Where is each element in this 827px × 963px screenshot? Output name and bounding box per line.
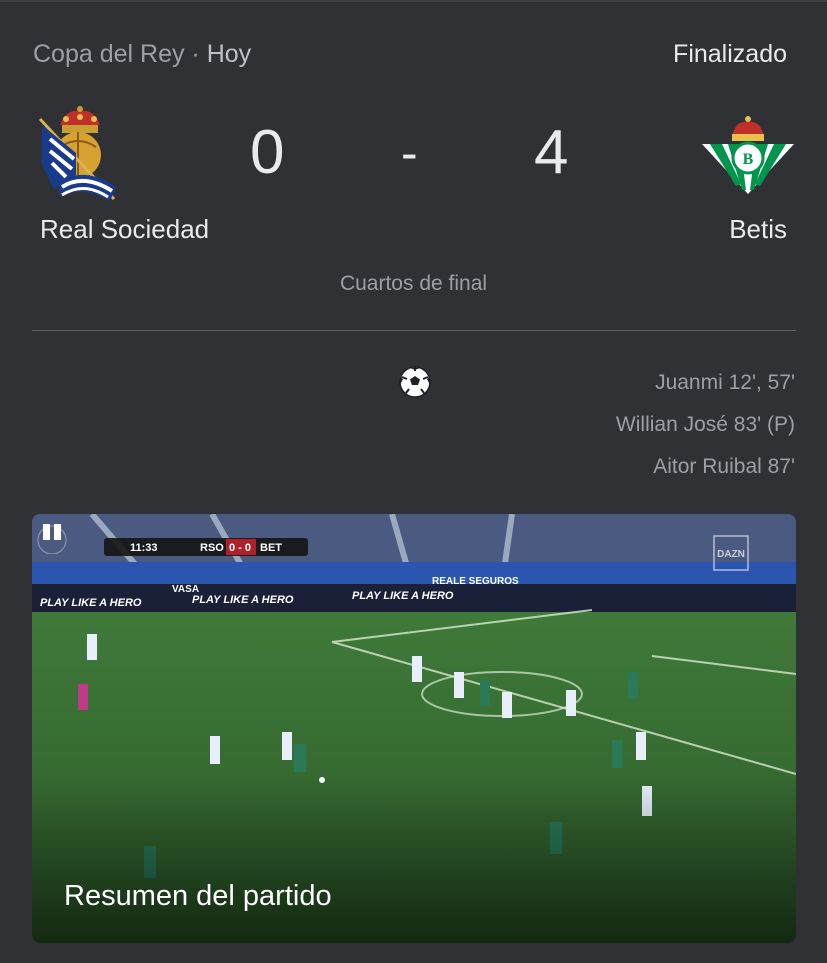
ad-board-text: PLAY LIKE A HERO — [352, 590, 454, 602]
score-separator: - — [401, 125, 418, 181]
svg-text:B: B — [743, 151, 754, 168]
ad-vasa-text: VASA — [172, 584, 199, 595]
ad-board-text: PLAY LIKE A HERO — [192, 594, 294, 606]
match-card[interactable]: Copa del Rey · Hoy Finalizado B Real Soc… — [0, 0, 827, 963]
scoreboard-time: 11:33 — [130, 542, 158, 554]
away-scorers-list: Juanmi 12', 57' Willian José 83' (P) Ait… — [616, 368, 795, 494]
soccer-ball-icon — [399, 366, 431, 398]
match-highlights-video[interactable]: PLAY LIKE A HERO PLAY LIKE A HERO PLAY L… — [32, 514, 796, 943]
scoreboard-home: RSO — [200, 542, 224, 554]
scoreboard-score: 0 - 0 — [229, 542, 251, 554]
real-sociedad-crest-icon[interactable] — [36, 105, 122, 203]
ad-reale-text: REALE SEGUROS — [432, 576, 519, 587]
scorer-item[interactable]: Juanmi 12', 57' — [616, 368, 795, 410]
scoreboard-away: BET — [260, 542, 282, 554]
match-date: Hoy — [206, 40, 252, 68]
away-team-name[interactable]: Betis — [729, 214, 787, 245]
ad-board-text: PLAY LIKE A HERO — [40, 597, 142, 609]
match-status: Finalizado — [673, 40, 787, 68]
top-divider — [0, 0, 827, 2]
match-round: Cuartos de final — [339, 272, 488, 295]
match-header: Copa del Rey · Hoy — [33, 40, 251, 69]
betis-crest-icon[interactable]: B — [700, 114, 796, 194]
dazn-watermark: DAZN — [717, 549, 745, 560]
away-score: 4 — [534, 118, 569, 187]
competition-name[interactable]: Copa del Rey — [33, 40, 184, 68]
section-divider — [32, 330, 796, 331]
home-score: 0 — [250, 118, 285, 187]
home-team-name[interactable]: Real Sociedad — [40, 214, 209, 245]
scorer-item[interactable]: Willian José 83' (P) — [616, 410, 795, 452]
header-separator: · — [184, 40, 207, 68]
video-title[interactable]: Resumen del partido — [64, 880, 332, 913]
scorer-item[interactable]: Aitor Ruibal 87' — [616, 452, 795, 494]
video-frame: PLAY LIKE A HERO PLAY LIKE A HERO PLAY L… — [32, 514, 796, 943]
pause-icon[interactable] — [32, 514, 72, 554]
